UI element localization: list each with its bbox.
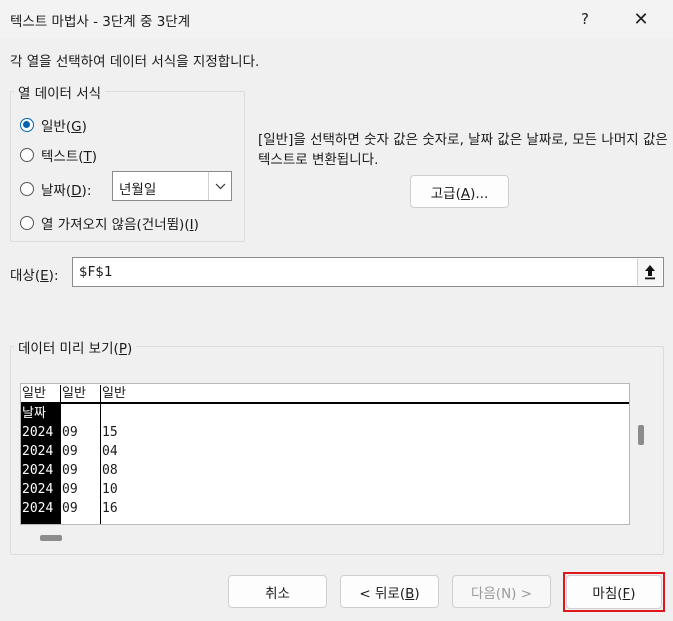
radio-text[interactable]: 텍스트(T) xyxy=(20,145,97,165)
next-button[interactable]: 다음(N) > xyxy=(452,575,551,608)
column-header[interactable]: 일반 xyxy=(101,385,629,404)
destination-input[interactable]: $F$1 xyxy=(72,257,664,287)
preview-column[interactable]: 09 09 09 09 09 xyxy=(61,404,101,524)
radio-text-indicator[interactable] xyxy=(20,148,34,162)
preview-group-label: 데이터 미리 보기(P) xyxy=(14,337,137,357)
radio-general-indicator[interactable] xyxy=(20,118,34,132)
data-preview[interactable]: 일반 일반 일반 날짜 2024 2024 2024 2024 2024 09 … xyxy=(20,383,630,525)
preview-cell: 09 xyxy=(62,463,78,478)
preview-cell: 15 xyxy=(102,425,118,440)
preview-cell: 08 xyxy=(102,463,118,478)
radio-skip-indicator[interactable] xyxy=(20,216,34,230)
preview-column-selected[interactable]: 날짜 2024 2024 2024 2024 2024 xyxy=(21,404,61,524)
chevron-down-icon[interactable] xyxy=(208,172,231,200)
help-icon: ? xyxy=(581,10,589,28)
preview-cell: 2024 xyxy=(22,425,54,440)
column-header[interactable]: 일반 xyxy=(21,385,61,404)
advanced-button-label: 고급(A)... xyxy=(430,185,489,202)
radio-date[interactable]: 날짜(D): xyxy=(20,179,91,199)
preview-cell: 04 xyxy=(102,444,118,459)
preview-cell: 2024 xyxy=(22,501,54,516)
date-format-value: 년월일 xyxy=(119,182,157,198)
advanced-button[interactable]: 고급(A)... xyxy=(410,175,509,208)
next-button-label: 다음(N) > xyxy=(470,585,533,602)
radio-general-label: 일반(G) xyxy=(41,119,87,135)
upload-arrow-icon xyxy=(645,265,655,280)
cancel-button-label: 취소 xyxy=(265,585,290,602)
instruction-text: 각 열을 선택하여 데이터 서식을 지정합니다. xyxy=(10,54,260,70)
vertical-scrollbar-thumb[interactable] xyxy=(638,425,644,445)
preview-cell: 09 xyxy=(62,501,78,516)
preview-cell: 09 xyxy=(62,482,78,497)
cancel-button[interactable]: 취소 xyxy=(228,575,327,608)
column-header[interactable]: 일반 xyxy=(61,385,101,404)
preview-cell xyxy=(61,404,100,423)
preview-cell: 10 xyxy=(102,482,118,497)
radio-date-label: 날짜(D): xyxy=(41,183,92,199)
preview-header: 일반 일반 일반 xyxy=(21,384,629,404)
destination-label: 대상(E): xyxy=(10,268,59,284)
date-format-select[interactable]: 년월일 xyxy=(112,171,232,201)
destination-value: $F$1 xyxy=(79,264,113,280)
preview-cell: 16 xyxy=(102,501,118,516)
close-button[interactable]: ✕ xyxy=(618,0,664,38)
radio-skip[interactable]: 열 가져오지 않음(건너뜀)(I) xyxy=(20,213,199,233)
help-button[interactable]: ? xyxy=(562,0,608,38)
back-button[interactable]: < 뒤로(B) xyxy=(340,575,439,608)
radio-text-label: 텍스트(T) xyxy=(41,149,98,165)
back-button-label: < 뒤로(B) xyxy=(359,585,420,602)
preview-cell: 09 xyxy=(62,444,78,459)
preview-cell: 날짜 xyxy=(22,406,46,421)
radio-general[interactable]: 일반(G) xyxy=(20,115,87,135)
window-title: 텍스트 마법사 - 3단계 중 3단계 xyxy=(10,14,191,30)
column-format-group-label: 열 데이터 서식 xyxy=(14,82,106,102)
preview-cell: 2024 xyxy=(22,463,54,478)
preview-column[interactable]: 15 04 08 10 16 xyxy=(101,404,629,524)
format-description: [일반]을 선택하면 숫자 값은 숫자로, 날짜 값은 날짜로, 모든 나머지 … xyxy=(258,132,668,168)
title-bar: 텍스트 마법사 - 3단계 중 3단계 ? ✕ xyxy=(0,0,673,38)
finish-button-label: 마침(F) xyxy=(592,586,636,602)
collapse-dialog-button[interactable] xyxy=(637,259,662,285)
preview-cell: 2024 xyxy=(22,482,54,497)
close-icon: ✕ xyxy=(633,8,649,30)
radio-skip-label: 열 가져오지 않음(건너뜀)(I) xyxy=(41,217,199,233)
finish-button[interactable]: 마침(F) xyxy=(566,575,662,609)
horizontal-scrollbar-thumb[interactable] xyxy=(40,535,62,541)
radio-date-indicator[interactable] xyxy=(20,182,34,196)
preview-cell xyxy=(101,404,629,423)
preview-cell: 09 xyxy=(62,425,78,440)
preview-cell: 2024 xyxy=(22,444,54,459)
